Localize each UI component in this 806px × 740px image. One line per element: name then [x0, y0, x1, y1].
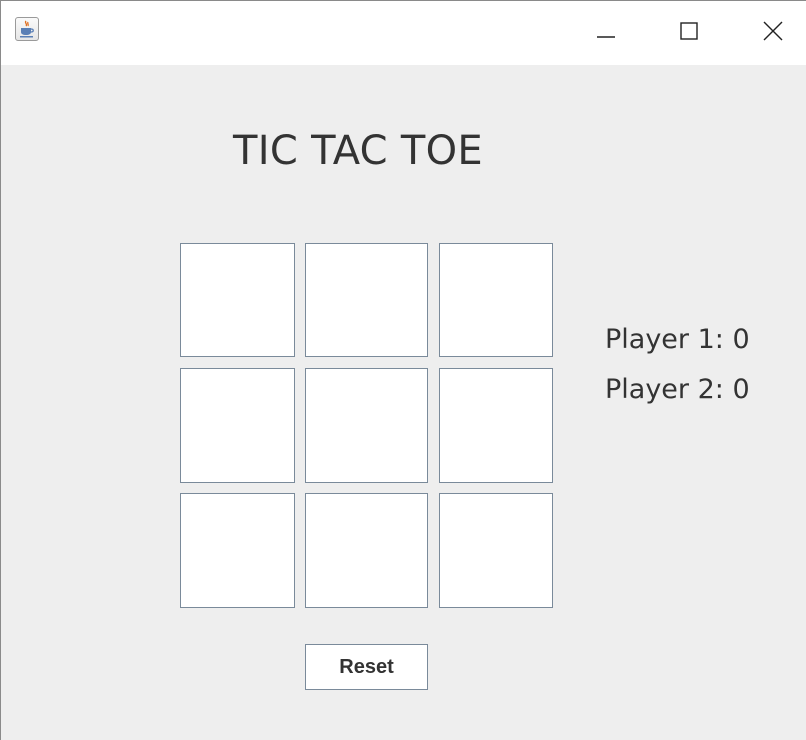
board-cell-5[interactable]: [305, 368, 428, 483]
reset-button[interactable]: Reset: [305, 644, 428, 690]
board-cell-4[interactable]: [180, 368, 295, 483]
minimize-button[interactable]: [576, 1, 636, 65]
close-icon: [763, 21, 783, 41]
title-bar: [1, 1, 806, 65]
close-button[interactable]: [743, 1, 803, 65]
board-cell-7[interactable]: [180, 493, 295, 608]
board-cell-9[interactable]: [439, 493, 553, 608]
board-cell-3[interactable]: [439, 243, 553, 357]
board-cell-2[interactable]: [305, 243, 428, 357]
java-cup-icon[interactable]: [15, 17, 39, 41]
board-cell-1[interactable]: [180, 243, 295, 357]
game-title: TIC TAC TOE: [233, 128, 483, 174]
minimize-icon: [597, 36, 615, 38]
player-2-score: Player 2: 0: [605, 374, 750, 405]
board-cell-6[interactable]: [439, 368, 553, 483]
app-window: TIC TAC TOE Player 1: 0 Player 2: 0 Rese…: [0, 0, 806, 740]
player-1-score: Player 1: 0: [605, 324, 750, 355]
maximize-button[interactable]: [659, 1, 719, 65]
board-cell-8[interactable]: [305, 493, 428, 608]
maximize-icon: [680, 22, 698, 40]
